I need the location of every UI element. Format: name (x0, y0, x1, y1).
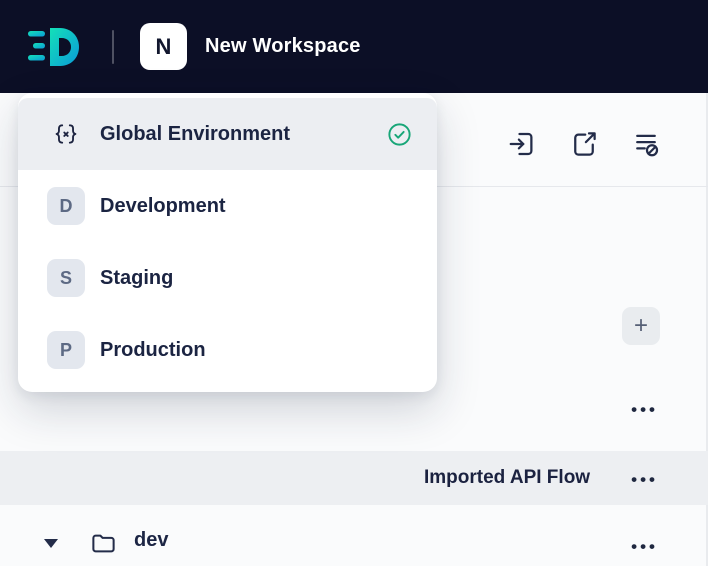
list-item-label: Imported API Flow (424, 467, 591, 488)
check-circle-icon (386, 121, 413, 148)
env-initial-badge: P (47, 331, 85, 369)
list-item-imported-api-flow[interactable]: Imported API Flow ••• (0, 451, 708, 505)
row-overflow-menu[interactable]: ••• (631, 401, 658, 418)
list-item-dev-folder[interactable]: dev ••• (0, 520, 708, 566)
env-option-production[interactable]: P Production (18, 314, 437, 386)
app-window: N New Workspace Global Environment (0, 0, 708, 566)
app-logo-icon[interactable] (26, 24, 84, 70)
env-initial-badge: D (47, 187, 85, 225)
env-option-label: Production (100, 338, 206, 361)
workspace-avatar[interactable]: N (140, 23, 187, 70)
row-overflow-menu[interactable]: ••• (631, 471, 658, 488)
header-divider (112, 29, 114, 64)
folder-name: dev (134, 529, 169, 551)
top-bar: N New Workspace (0, 0, 708, 93)
env-quicklook-icon[interactable] (630, 128, 662, 160)
env-option-global[interactable]: Global Environment (18, 98, 437, 170)
braces-variable-icon (46, 121, 86, 147)
folder-icon (90, 530, 117, 562)
env-option-label: Staging (100, 266, 174, 289)
env-option-label: Global Environment (100, 122, 291, 145)
add-button[interactable]: + (622, 307, 660, 345)
env-option-label: Development (100, 194, 226, 217)
environment-dropdown: Global Environment D Development S Stagi… (18, 93, 437, 392)
collapse-caret-icon[interactable] (44, 539, 58, 548)
env-option-development[interactable]: D Development (18, 170, 437, 242)
row-overflow-menu[interactable]: ••• (631, 538, 658, 555)
environment-actions (506, 128, 662, 160)
env-option-staging[interactable]: S Staging (18, 242, 437, 314)
workspace-initial: N (155, 33, 172, 59)
workspace-name[interactable]: New Workspace (205, 35, 361, 58)
export-icon[interactable] (568, 128, 600, 160)
env-initial-badge: S (47, 259, 85, 297)
import-icon[interactable] (506, 128, 538, 160)
